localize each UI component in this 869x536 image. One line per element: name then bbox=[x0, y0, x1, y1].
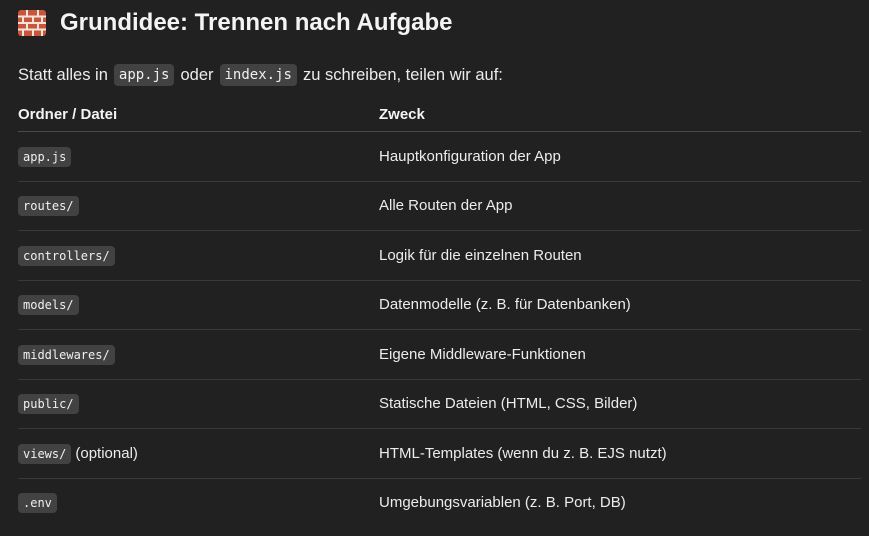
folder-suffix: (optional) bbox=[75, 444, 138, 462]
header-folder: Ordner / Datei bbox=[18, 98, 379, 132]
folder-code: controllers/ bbox=[18, 245, 115, 266]
intro-before: Statt alles in bbox=[18, 65, 108, 84]
table-row: views/(optional) HTML-Templates (wenn du… bbox=[18, 428, 861, 479]
folder-code: models/ bbox=[18, 295, 79, 316]
folder-cell: app.js bbox=[18, 131, 379, 182]
table-row: models/ Datenmodelle (z. B. für Datenban… bbox=[18, 280, 861, 330]
heading-text: Grundidee: Trennen nach Aufgabe bbox=[60, 9, 453, 36]
table-header-row: Ordner / Datei Zweck bbox=[18, 98, 861, 132]
purpose-cell: HTML-Templates (wenn du z. B. EJS nutzt) bbox=[379, 428, 861, 479]
table-row: middlewares/ Eigene Middleware-Funktione… bbox=[18, 329, 861, 380]
purpose-cell: Datenmodelle (z. B. für Datenbanken) bbox=[379, 280, 861, 330]
brick-icon bbox=[18, 10, 46, 36]
intro-middle: oder bbox=[180, 65, 214, 84]
purpose-cell: Logik für die einzelnen Routen bbox=[379, 230, 861, 281]
folder-cell: .env bbox=[18, 478, 379, 527]
table-row: routes/ Alle Routen der App bbox=[18, 181, 861, 231]
folder-code: routes/ bbox=[18, 196, 79, 217]
folder-cell: public/ bbox=[18, 379, 379, 429]
folder-code: app.js bbox=[18, 146, 72, 167]
header-purpose: Zweck bbox=[379, 98, 861, 132]
inline-code-app-js: app.js bbox=[113, 64, 175, 86]
purpose-cell: Alle Routen der App bbox=[379, 181, 861, 231]
folder-cell: routes/ bbox=[18, 181, 379, 231]
intro-paragraph: Statt alles in app.js oder index.js zu s… bbox=[18, 60, 861, 90]
intro-after: zu schreiben, teilen wir auf: bbox=[302, 65, 503, 84]
purpose-cell: Umgebungsvariablen (z. B. Port, DB) bbox=[379, 494, 626, 512]
folder-cell: views/(optional) bbox=[18, 428, 379, 479]
folder-table: Ordner / Datei Zweck app.js Hauptkonfigu… bbox=[18, 98, 861, 527]
folder-code: public/ bbox=[18, 394, 79, 415]
folder-cell: controllers/ bbox=[18, 230, 379, 281]
folder-code: middlewares/ bbox=[18, 344, 115, 365]
section-heading: Grundidee: Trennen nach Aufgabe bbox=[18, 0, 861, 46]
table-row: public/ Statische Dateien (HTML, CSS, Bi… bbox=[18, 379, 861, 429]
purpose-cell: Eigene Middleware-Funktionen bbox=[379, 329, 861, 380]
folder-code: views/ bbox=[18, 443, 72, 464]
table-row: controllers/ Logik für die einzelnen Rou… bbox=[18, 230, 861, 281]
purpose-cell: Hauptkonfiguration der App bbox=[379, 131, 861, 182]
folder-cell: middlewares/ bbox=[18, 329, 379, 380]
folder-cell: models/ bbox=[18, 280, 379, 330]
table-row: .env Umgebungsvariablen (z. B. Port, DB) bbox=[18, 478, 861, 527]
inline-code-index-js: index.js bbox=[219, 64, 297, 86]
message-content: Grundidee: Trennen nach Aufgabe Statt al… bbox=[18, 0, 861, 527]
table-row: app.js Hauptkonfiguration der App bbox=[18, 131, 861, 182]
folder-code: .env bbox=[18, 493, 57, 514]
purpose-cell: Statische Dateien (HTML, CSS, Bilder) bbox=[379, 379, 861, 429]
